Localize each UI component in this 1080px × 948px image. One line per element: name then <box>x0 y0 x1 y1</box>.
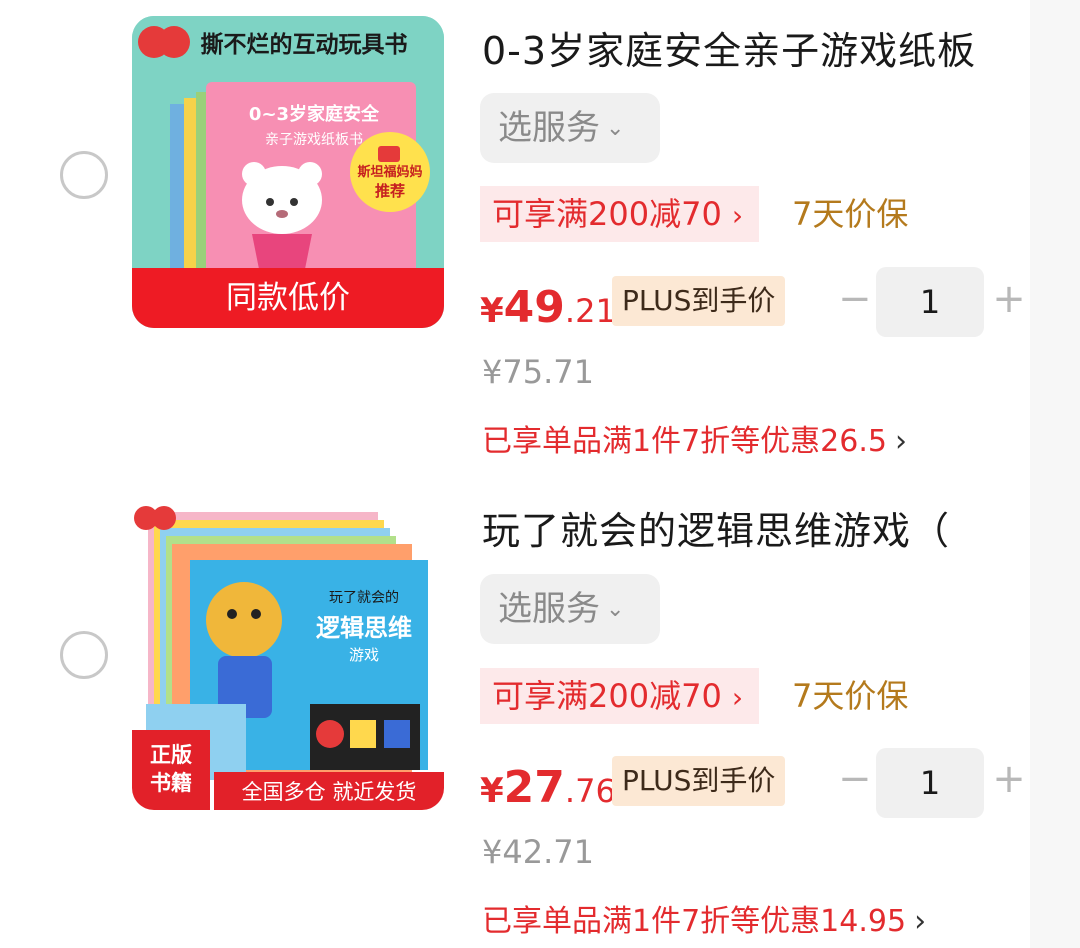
cover-title-2: 逻辑思维 <box>316 614 412 642</box>
currency-symbol: ¥ <box>480 771 504 811</box>
original-price: ¥42.71 <box>482 833 594 871</box>
select-radio[interactable] <box>60 631 108 679</box>
chevron-down-icon: ⌄ <box>606 597 625 622</box>
currency-symbol: ¥ <box>480 291 504 331</box>
discount-detail-text: 已享单品满1件7折等优惠14.95 <box>482 904 907 939</box>
price: ¥27.76 <box>480 762 616 813</box>
service-label: 选服务 <box>498 589 600 629</box>
corner-line-1: 正版 <box>150 743 192 767</box>
chevron-right-icon: › <box>894 424 907 459</box>
price-decimal: .76 <box>564 772 616 810</box>
decrease-quantity-button[interactable]: − <box>838 756 872 802</box>
cover-title-2: 亲子游戏纸板书 <box>265 132 363 148</box>
cover-title-1: 0~3岁家庭安全 <box>249 103 380 125</box>
product-image[interactable]: 斯坦福妈妈 推荐 0~3岁家庭安全 亲子游戏纸板书 撕不烂的互动玩具书 同款低价 <box>132 16 444 328</box>
price-guarantee-label: 7天价保 <box>792 195 909 233</box>
image-banner-text: 撕不烂的互动玩具书 <box>201 31 408 58</box>
promo-badge[interactable]: 可享满200减70 › <box>480 668 760 724</box>
cover-title-3: 游戏 <box>349 646 379 664</box>
badge-line-1: 斯坦福妈妈 <box>357 164 422 180</box>
cover-title-1: 玩了就会的 <box>329 590 399 606</box>
price-integer: 49 <box>503 282 565 333</box>
image-bottom-label: 全国多仓 就近发货 <box>242 780 417 804</box>
original-price: ¥75.71 <box>482 353 594 391</box>
decrease-quantity-button[interactable]: − <box>838 276 872 322</box>
price-guarantee-label: 7天价保 <box>792 677 909 715</box>
discount-detail-text: 已享单品满1件7折等优惠26.5 <box>482 424 887 459</box>
price-integer: 27 <box>503 762 565 813</box>
image-bottom-label: 同款低价 <box>226 280 350 316</box>
chevron-right-icon: › <box>731 199 744 232</box>
chevron-down-icon: ⌄ <box>606 116 625 141</box>
select-service-button[interactable]: 选服务 ⌄ <box>480 574 660 644</box>
book-cover-illustration: 玩了就会的 逻辑思维 游戏 正版 书籍 全国多仓 就近发货 <box>132 498 444 810</box>
price-decimal: .21 <box>564 292 616 330</box>
discount-detail-link[interactable]: 已享单品满1件7折等优惠26.5 › <box>482 416 907 460</box>
price: ¥49.21 <box>480 282 616 333</box>
book-cover-illustration: 斯坦福妈妈 推荐 0~3岁家庭安全 亲子游戏纸板书 撕不烂的互动玩具书 同款低价 <box>132 16 444 328</box>
cart-item: 玩了就会的 逻辑思维 游戏 正版 书籍 全国多仓 就近发货 玩了就会的逻辑思维游… <box>0 478 1080 948</box>
product-image[interactable]: 玩了就会的 逻辑思维 游戏 正版 书籍 全国多仓 就近发货 <box>132 498 444 810</box>
cart-page: 斯坦福妈妈 推荐 0~3岁家庭安全 亲子游戏纸板书 撕不烂的互动玩具书 同款低价… <box>0 0 1080 948</box>
chevron-right-icon: › <box>914 904 927 939</box>
corner-line-2: 书籍 <box>150 771 192 795</box>
quantity-input[interactable]: 1 <box>876 748 984 818</box>
select-service-button[interactable]: 选服务 ⌄ <box>480 93 660 163</box>
badge-line-2: 推荐 <box>375 182 405 200</box>
product-title[interactable]: 玩了就会的逻辑思维游戏（ <box>482 500 950 555</box>
chevron-right-icon: › <box>731 681 744 714</box>
promo-text: 可享满200减70 <box>492 677 722 715</box>
increase-quantity-button[interactable]: + <box>992 756 1026 802</box>
plus-price-tag: PLUS到手价 <box>612 276 786 326</box>
promo-text: 可享满200减70 <box>492 195 722 233</box>
increase-quantity-button[interactable]: + <box>992 276 1026 322</box>
cart-item: 斯坦福妈妈 推荐 0~3岁家庭安全 亲子游戏纸板书 撕不烂的互动玩具书 同款低价… <box>0 0 1080 478</box>
plus-price-tag: PLUS到手价 <box>612 756 786 806</box>
promo-badge[interactable]: 可享满200减70 › <box>480 186 760 242</box>
quantity-input[interactable]: 1 <box>876 267 984 337</box>
select-radio[interactable] <box>60 151 108 199</box>
product-title[interactable]: 0-3岁家庭安全亲子游戏纸板 <box>482 20 976 75</box>
discount-detail-link[interactable]: 已享单品满1件7折等优惠14.95 › <box>482 896 926 940</box>
service-label: 选服务 <box>498 108 600 148</box>
